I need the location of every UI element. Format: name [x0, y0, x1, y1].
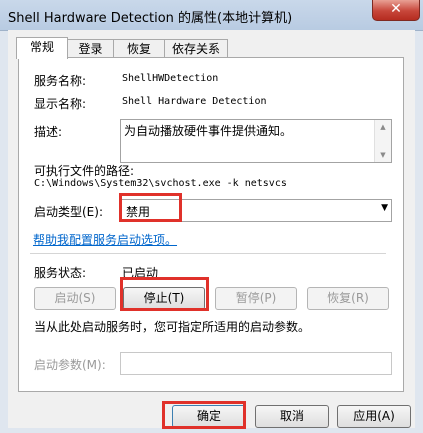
path-value: C:\Windows\System32\svchost.exe -k netsv…	[34, 178, 287, 189]
description-label: 描述:	[34, 125, 63, 139]
tab-general[interactable]: 常规	[16, 37, 68, 59]
pause-button[interactable]: 暂停(P)	[215, 287, 297, 310]
scroll-down-icon[interactable]: ▼	[375, 148, 391, 162]
start-params-input[interactable]	[120, 352, 392, 375]
description-field[interactable]: 为自动播放硬件事件提供通知。 ▲ ▼	[120, 119, 392, 163]
startup-type-label: 启动类型(E):	[34, 205, 103, 219]
title-bar: Shell Hardware Detection 的属性(本地计算机) ✕	[0, 0, 423, 31]
chevron-down-icon: ▼	[381, 203, 388, 213]
display-name-label: 显示名称:	[34, 97, 87, 111]
window-title: Shell Hardware Detection 的属性(本地计算机)	[8, 11, 293, 26]
stop-button-highlight	[120, 277, 209, 311]
scroll-up-icon[interactable]: ▲	[375, 120, 391, 134]
startup-type-highlight	[119, 193, 182, 222]
ok-button-highlight	[162, 401, 246, 429]
help-configure-link[interactable]: 帮助我配置服务启动选项。	[33, 231, 177, 248]
cancel-button[interactable]: 取消	[255, 405, 329, 428]
description-scrollbar[interactable]: ▲ ▼	[374, 120, 391, 162]
start-params-hint: 当从此处启动服务时，您可指定所适用的启动参数。	[34, 320, 311, 334]
close-icon: ✕	[390, 1, 402, 17]
path-label: 可执行文件的路径:	[34, 164, 135, 178]
resume-button[interactable]: 恢复(R)	[307, 287, 389, 310]
display-name-value: Shell Hardware Detection	[122, 96, 267, 107]
start-button[interactable]: 启动(S)	[34, 287, 116, 310]
tab-dependencies[interactable]: 依存关系	[164, 39, 228, 58]
start-params-label: 启动参数(M):	[34, 358, 106, 372]
service-name-value: ShellHWDetection	[122, 73, 219, 84]
description-text: 为自动播放硬件事件提供通知。	[124, 124, 293, 138]
close-button[interactable]: ✕	[372, 0, 420, 21]
service-status-label: 服务状态:	[34, 266, 87, 280]
tab-logon[interactable]: 登录	[67, 39, 114, 58]
apply-button[interactable]: 应用(A)	[337, 405, 411, 428]
service-name-label: 服务名称:	[34, 74, 87, 88]
divider	[30, 253, 386, 254]
tab-recovery[interactable]: 恢复	[113, 39, 165, 58]
